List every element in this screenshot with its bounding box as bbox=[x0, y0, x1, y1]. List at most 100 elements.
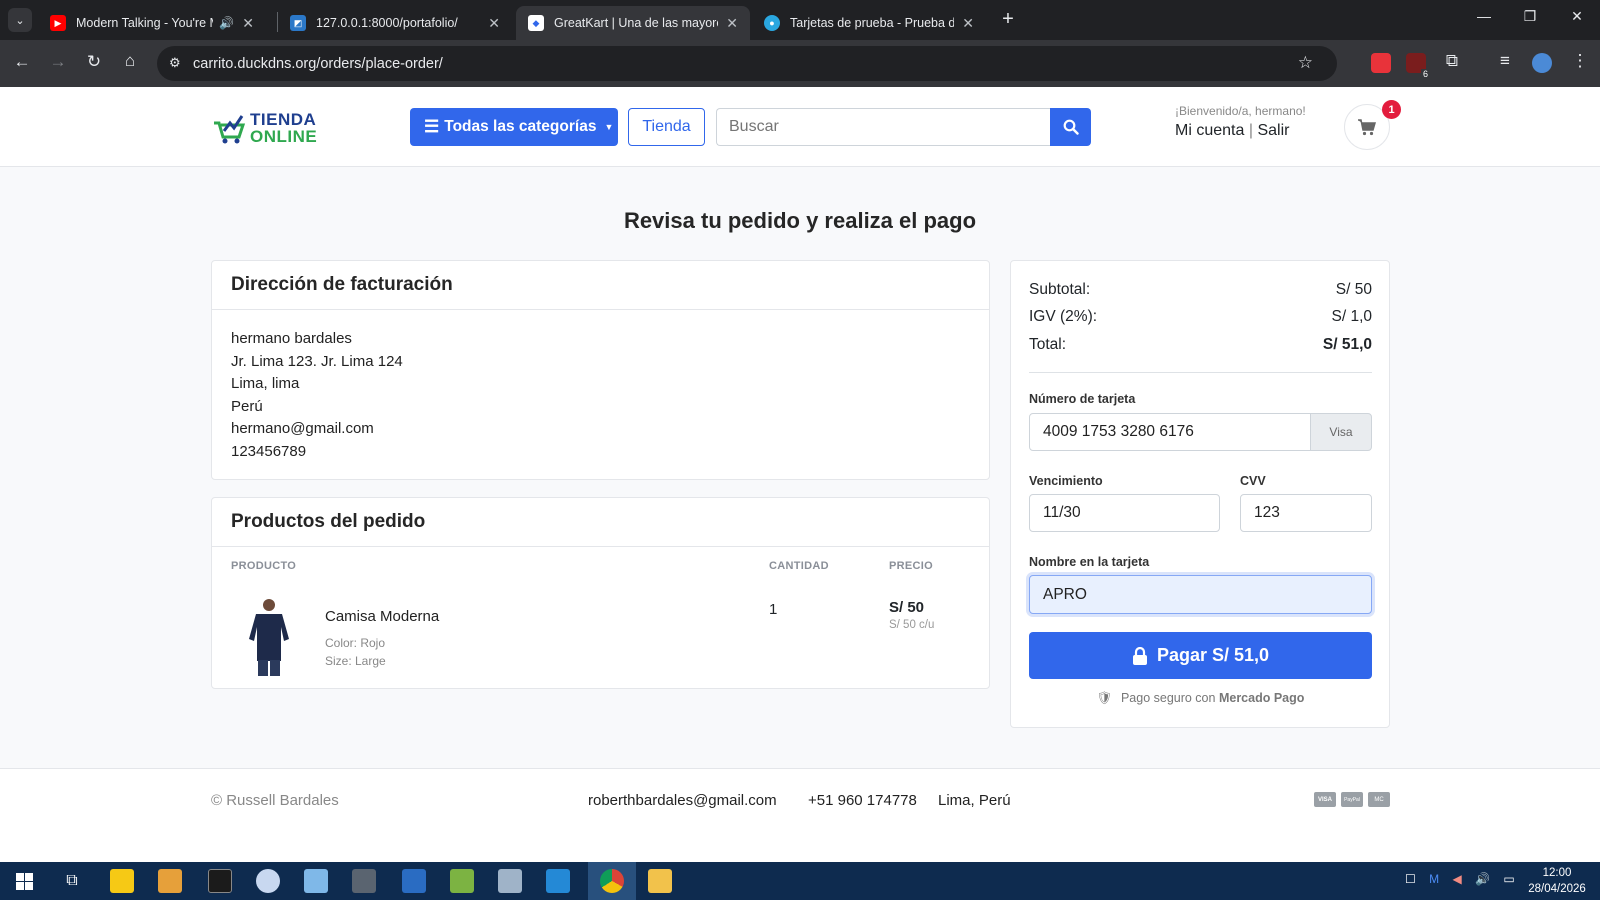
product-name[interactable]: Camisa Moderna bbox=[325, 608, 439, 625]
categories-label: Todas las categorías bbox=[444, 118, 597, 135]
youtube-icon: ▶ bbox=[50, 15, 66, 31]
extension-icon[interactable] bbox=[1371, 53, 1391, 73]
my-account-link[interactable]: Mi cuenta bbox=[1175, 122, 1244, 139]
terminal-icon[interactable] bbox=[208, 869, 232, 893]
billing-address-card: Dirección de facturación hermano bardale… bbox=[211, 260, 990, 480]
search-input[interactable] bbox=[716, 108, 1050, 146]
more-menu-icon[interactable]: ⋮ bbox=[1568, 51, 1592, 71]
sticky-notes-icon[interactable] bbox=[110, 869, 134, 893]
profile-avatar[interactable] bbox=[1532, 53, 1552, 73]
search-icon bbox=[1063, 119, 1079, 135]
products-heading: Productos del pedido bbox=[212, 498, 989, 547]
close-tab-icon[interactable]: ✕ bbox=[488, 15, 500, 32]
store-button[interactable]: Tienda bbox=[628, 108, 705, 146]
windows-start-icon[interactable] bbox=[16, 873, 33, 890]
cvv-input[interactable]: 123 bbox=[1240, 494, 1372, 532]
tab-search-button[interactable]: ⌄ bbox=[8, 8, 32, 32]
menu-bars-icon: ☰ bbox=[424, 117, 440, 136]
secure-prefix: Pago seguro con bbox=[1120, 691, 1216, 705]
browser-tab-greatkart[interactable]: ◆ GreatKart | Una de las mayores ✕ bbox=[516, 6, 750, 40]
site-logo[interactable]: TIENDA ONLINE bbox=[212, 111, 332, 145]
clock-time: 12:00 bbox=[1542, 867, 1572, 879]
close-window-icon[interactable]: ✕ bbox=[1557, 8, 1597, 25]
cart-logo-icon bbox=[214, 115, 246, 144]
product-price: S/ 50 bbox=[889, 599, 925, 616]
close-tab-icon[interactable]: ✕ bbox=[726, 15, 738, 32]
footer-location: Lima, Perú bbox=[938, 792, 1011, 809]
media-player-icon[interactable] bbox=[158, 869, 182, 893]
categories-dropdown-button[interactable]: ☰ Todas las categorías ▼ bbox=[410, 108, 618, 146]
shirt-image bbox=[249, 599, 289, 676]
network-icon[interactable]: ▭ bbox=[1503, 872, 1514, 886]
browser-tab-youtube[interactable]: ▶ Modern Talking - You're My 🔊 ✕ bbox=[38, 6, 266, 40]
subtotal-value: S/ 50 bbox=[1335, 281, 1372, 298]
subtotal-row: Subtotal: S/ 50 bbox=[1029, 281, 1372, 299]
pay-button[interactable]: Pagar S/ 51,0 bbox=[1029, 632, 1372, 679]
spreadsheet-icon[interactable] bbox=[450, 869, 474, 893]
browser-tab-portafolio[interactable]: ◩ 127.0.0.1:8000/portafolio/ ✕ bbox=[278, 6, 512, 40]
notepad-icon[interactable] bbox=[304, 869, 328, 893]
close-tab-icon[interactable]: ✕ bbox=[962, 15, 974, 32]
notification-icon[interactable]: ☐ bbox=[1405, 872, 1416, 886]
shield-icon: 🛡 bbox=[1096, 691, 1113, 705]
extensions-puzzle-icon[interactable]: ⧉ bbox=[1440, 51, 1464, 71]
system-clock[interactable]: 12:00 28/04/2026 bbox=[1522, 865, 1592, 897]
site-footer bbox=[0, 768, 1600, 862]
powershell-icon[interactable] bbox=[402, 869, 426, 893]
summary-divider bbox=[1029, 372, 1372, 373]
billing-address: Jr. Lima 123. Jr. Lima 124 bbox=[231, 352, 403, 370]
product-image[interactable] bbox=[242, 597, 296, 677]
logo-text-tienda: TIENDA bbox=[250, 110, 317, 129]
minimize-icon[interactable]: — bbox=[1464, 8, 1504, 24]
cardholder-name-input[interactable]: APRO bbox=[1029, 575, 1372, 614]
forward-icon[interactable]: → bbox=[46, 52, 70, 72]
paypal-icon: PayPal bbox=[1341, 792, 1363, 807]
calculator-icon[interactable] bbox=[352, 869, 376, 893]
system-tray-icons[interactable]: ☐ M ◀ 🔊 ▭ bbox=[1405, 872, 1515, 886]
reload-icon[interactable]: ↻ bbox=[82, 52, 106, 72]
mute-icon[interactable]: ◀ bbox=[1452, 872, 1461, 886]
close-tab-icon[interactable]: ✕ bbox=[242, 15, 254, 32]
card-brand-addon: Visa bbox=[1310, 413, 1372, 451]
chrome-taskbar-active[interactable] bbox=[588, 862, 636, 900]
remote-desktop-icon[interactable] bbox=[498, 869, 522, 893]
account-links: Mi cuenta | Salir bbox=[1175, 122, 1289, 140]
paint-icon[interactable] bbox=[256, 869, 280, 893]
vscode-icon[interactable] bbox=[546, 869, 570, 893]
greatkart-icon: ◆ bbox=[528, 15, 544, 31]
back-icon[interactable]: ← bbox=[10, 52, 34, 72]
product-size: Size: Large bbox=[325, 654, 386, 668]
os-taskbar: ⧉ ☐ M ◀ 🔊 ▭ 12:00 28/04/2026 bbox=[0, 862, 1600, 900]
link-separator: | bbox=[1248, 122, 1253, 139]
footer-phone[interactable]: +51 960 174778 bbox=[808, 792, 917, 809]
column-header-price: PRECIO bbox=[889, 560, 933, 572]
search-button[interactable] bbox=[1050, 108, 1091, 146]
browser-tab-mercadopago[interactable]: ● Tarjetas de prueba - Prueba de ✕ bbox=[752, 6, 986, 40]
product-unit-price: S/ 50 c/u bbox=[889, 619, 935, 631]
footer-email[interactable]: roberthbardales@gmail.com bbox=[588, 792, 777, 809]
home-icon[interactable]: ⌂ bbox=[118, 51, 142, 71]
volume-icon[interactable]: 🔊 bbox=[1475, 872, 1490, 886]
url-text: carrito.duckdns.org/orders/place-order/ bbox=[193, 55, 443, 72]
media-controls-icon[interactable]: ≡ bbox=[1493, 51, 1517, 71]
card-number-input[interactable]: 4009 1753 3280 6176 bbox=[1029, 413, 1311, 451]
restore-icon[interactable]: ❐ bbox=[1510, 8, 1550, 25]
extension-badge: 6 bbox=[1420, 69, 1430, 79]
speaker-icon[interactable]: 🔊 bbox=[219, 16, 234, 30]
expiry-input[interactable]: 11/30 bbox=[1029, 494, 1220, 532]
clock-date: 28/04/2026 bbox=[1528, 883, 1586, 895]
address-bar[interactable]: ⚙ carrito.duckdns.org/orders/place-order… bbox=[157, 46, 1337, 81]
column-header-product: PRODUCTO bbox=[231, 560, 297, 572]
new-tab-button[interactable]: + bbox=[996, 8, 1020, 31]
extension-icon[interactable]: 6 bbox=[1406, 53, 1430, 79]
malwarebytes-icon[interactable]: M bbox=[1429, 872, 1439, 886]
logout-link[interactable]: Salir bbox=[1257, 122, 1289, 139]
browser-toolbar: ← → ↻ ⌂ ⚙ carrito.duckdns.org/orders/pla… bbox=[0, 40, 1600, 87]
file-explorer-icon[interactable] bbox=[648, 869, 672, 893]
caret-down-icon: ▼ bbox=[604, 122, 614, 132]
site-info-icon[interactable]: ⚙ bbox=[169, 55, 181, 71]
billing-name: hermano bardales bbox=[231, 330, 352, 347]
bookmark-star-icon[interactable]: ☆ bbox=[1298, 53, 1313, 73]
task-view-icon[interactable]: ⧉ bbox=[60, 869, 84, 893]
tax-label: IGV (2%): bbox=[1029, 308, 1098, 325]
